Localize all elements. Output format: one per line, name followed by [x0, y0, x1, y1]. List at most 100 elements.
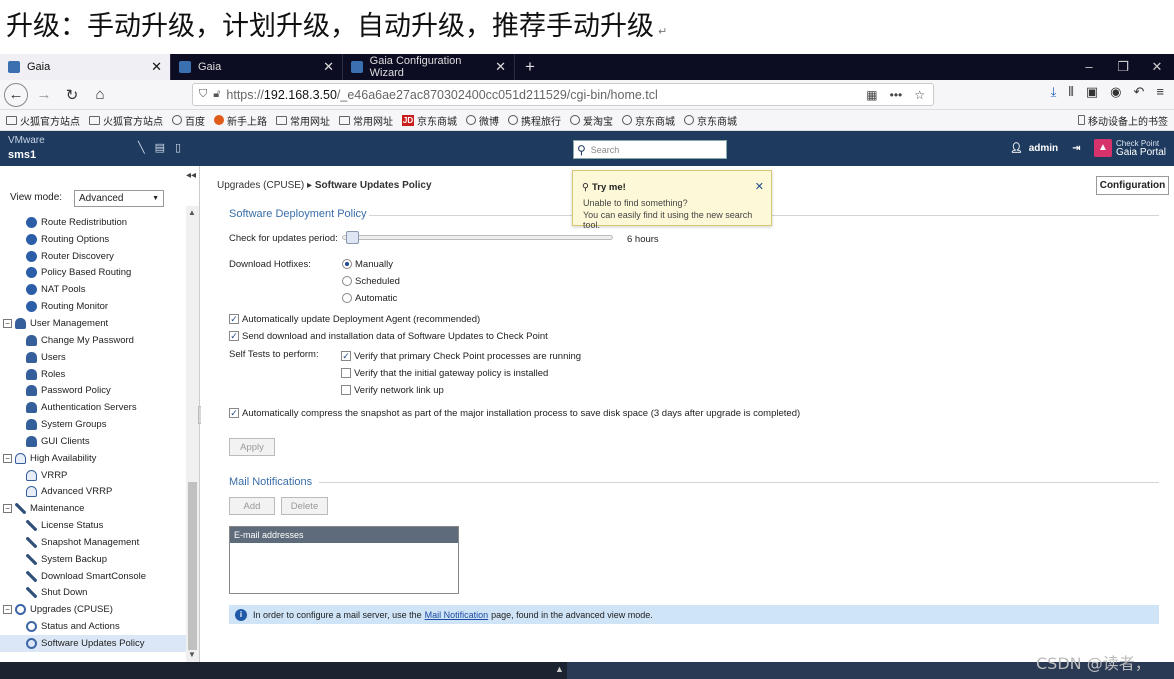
collapse-toggle-icon[interactable]: −: [3, 453, 12, 463]
bookmark-item[interactable]: 京东商城: [684, 113, 737, 128]
mobile-bookmarks[interactable]: 移动设备上的书签: [1078, 113, 1168, 128]
browser-tab-3[interactable]: Gaia Configuration Wizard ✕: [343, 54, 515, 80]
send-data-checkbox[interactable]: ✓: [229, 331, 239, 341]
back-arrow-icon[interactable]: ←: [4, 82, 28, 107]
close-window-icon[interactable]: ✕: [1140, 54, 1174, 80]
auto-update-agent-checkbox[interactable]: ✓: [229, 314, 239, 324]
bookmark-item[interactable]: 常用网址: [276, 113, 330, 128]
sidebar-item[interactable]: − High Availability: [0, 450, 186, 467]
sidebar-item[interactable]: System Groups: [0, 416, 186, 433]
sidebar-item[interactable]: VRRP: [0, 467, 186, 484]
minimize-icon[interactable]: –: [1072, 54, 1106, 80]
scroll-down-icon[interactable]: ▼: [188, 650, 196, 659]
sidebar-item[interactable]: Change My Password: [0, 332, 186, 349]
sidebar-item[interactable]: Software Updates Policy: [0, 635, 186, 652]
user-menu[interactable]: 👤︎ admin ⇥: [1010, 143, 1081, 154]
browser-tab-1[interactable]: Gaia ✕: [0, 54, 171, 80]
sidebar-item[interactable]: − User Management: [0, 315, 186, 332]
sidebar-item[interactable]: Policy Based Routing: [0, 265, 186, 282]
mail-notification-link[interactable]: Mail Notification: [425, 610, 489, 620]
new-tab-icon[interactable]: +: [515, 54, 545, 80]
library-icon[interactable]: ⫴: [1068, 84, 1073, 100]
close-tab-icon[interactable]: ✕: [495, 59, 506, 75]
sidebar-item[interactable]: − Maintenance: [0, 500, 186, 517]
radio-manually[interactable]: [342, 259, 352, 269]
forward-arrow-icon[interactable]: →: [32, 83, 56, 107]
email-column-header[interactable]: E-mail addresses: [230, 527, 458, 543]
sidebar-item[interactable]: Shut Down: [0, 585, 186, 602]
taskbar-up-icon[interactable]: ▲: [555, 664, 564, 674]
close-tab-icon[interactable]: ✕: [323, 59, 334, 75]
sidebar-item[interactable]: Route Redistribution: [0, 214, 186, 231]
send-data-label: Send download and installation data of S…: [242, 331, 548, 342]
pin-icon[interactable]: ╲: [138, 141, 145, 154]
scratchpad-icon[interactable]: ▯: [175, 141, 181, 154]
bookmark-item[interactable]: 常用网址: [339, 113, 393, 128]
download-icon[interactable]: ⤓: [1051, 84, 1057, 100]
bookmark-item[interactable]: 新手上路: [214, 113, 267, 128]
sidebar-item[interactable]: Snapshot Management: [0, 534, 186, 551]
radio-automatic[interactable]: [342, 293, 352, 303]
configuration-button[interactable]: Configuration: [1096, 176, 1169, 195]
bookmark-star-icon[interactable]: ☆: [914, 88, 925, 102]
apply-button[interactable]: Apply: [229, 438, 275, 456]
sidebar-item[interactable]: Password Policy: [0, 382, 186, 399]
sidebar-item-label: Route Redistribution: [41, 216, 128, 228]
sidebar-item[interactable]: − Upgrades (CPUSE): [0, 601, 186, 618]
delete-button[interactable]: Delete: [281, 497, 328, 515]
page-actions-icon[interactable]: •••: [890, 88, 903, 102]
collapse-toggle-icon[interactable]: −: [3, 605, 12, 615]
self-test-link-checkbox[interactable]: [341, 385, 351, 395]
sidebar-item[interactable]: Authentication Servers: [0, 399, 186, 416]
bookmark-item[interactable]: 微博: [466, 113, 499, 128]
bookmark-item[interactable]: JD 京东商城: [402, 113, 457, 128]
sidebar-item[interactable]: Status and Actions: [0, 618, 186, 635]
view-mode-select[interactable]: Advanced ▼: [74, 190, 164, 207]
account-icon[interactable]: ◉: [1110, 84, 1121, 100]
sidebar-item[interactable]: License Status: [0, 517, 186, 534]
self-test-processes-checkbox[interactable]: ✓: [341, 351, 351, 361]
bookmark-item[interactable]: 爱淘宝: [570, 113, 613, 128]
sidebar-item[interactable]: Roles: [0, 366, 186, 383]
check-period-slider[interactable]: [342, 235, 613, 240]
address-bar[interactable]: ⛉ 🔓︎ https://192.168.3.50/_e46a6ae27ac87…: [192, 83, 934, 106]
email-table[interactable]: E-mail addresses: [229, 526, 459, 594]
sidebar-item[interactable]: Users: [0, 349, 186, 366]
menu-icon[interactable]: ≡: [1156, 84, 1164, 100]
sidebar-item[interactable]: Router Discovery: [0, 248, 186, 265]
radio-scheduled[interactable]: [342, 276, 352, 286]
sidebar-toggle-icon[interactable]: ▣: [1086, 84, 1098, 100]
undo-icon[interactable]: ↶: [1134, 84, 1145, 100]
home-icon[interactable]: ⌂: [88, 83, 112, 107]
compress-snapshot-checkbox[interactable]: ✓: [229, 408, 239, 418]
sidebar-scroll-thumb[interactable]: [188, 482, 197, 650]
self-test-policy-checkbox[interactable]: [341, 368, 351, 378]
restore-icon[interactable]: ❐: [1106, 54, 1140, 80]
scroll-up-icon[interactable]: ▲: [188, 208, 196, 217]
logout-icon[interactable]: ⇥: [1072, 143, 1080, 154]
sidebar-item[interactable]: Routing Options: [0, 231, 186, 248]
collapse-toggle-icon[interactable]: −: [3, 318, 12, 328]
reload-icon[interactable]: ↻: [60, 83, 84, 107]
collapse-sidebar-icon[interactable]: ◂◂: [186, 170, 196, 181]
sidebar-item[interactable]: GUI Clients: [0, 433, 186, 450]
search-input[interactable]: ⚲ Search: [573, 140, 727, 159]
bookmark-item[interactable]: 京东商城: [622, 113, 675, 128]
check-period-slider-thumb[interactable]: [346, 231, 360, 244]
sidebar-item[interactable]: System Backup: [0, 551, 186, 568]
sidebar-item[interactable]: Download SmartConsole: [0, 568, 186, 585]
close-tab-icon[interactable]: ✕: [151, 59, 162, 75]
bookmark-item[interactable]: 火狐官方站点: [6, 113, 80, 128]
add-button[interactable]: Add: [229, 497, 275, 515]
browser-tab-2[interactable]: Gaia ✕: [171, 54, 343, 80]
close-popup-icon[interactable]: ✕: [755, 180, 764, 193]
sidebar-item[interactable]: Advanced VRRP: [0, 484, 186, 501]
terminal-icon[interactable]: ▤: [155, 141, 165, 154]
sidebar-item[interactable]: NAT Pools: [0, 281, 186, 298]
qr-code-icon[interactable]: ▦: [866, 88, 877, 102]
sidebar-item[interactable]: Routing Monitor: [0, 298, 186, 315]
bookmark-item[interactable]: 百度: [172, 113, 205, 128]
bookmark-item[interactable]: 携程旅行: [508, 113, 561, 128]
collapse-toggle-icon[interactable]: −: [3, 504, 12, 514]
bookmark-item[interactable]: 火狐官方站点: [89, 113, 163, 128]
